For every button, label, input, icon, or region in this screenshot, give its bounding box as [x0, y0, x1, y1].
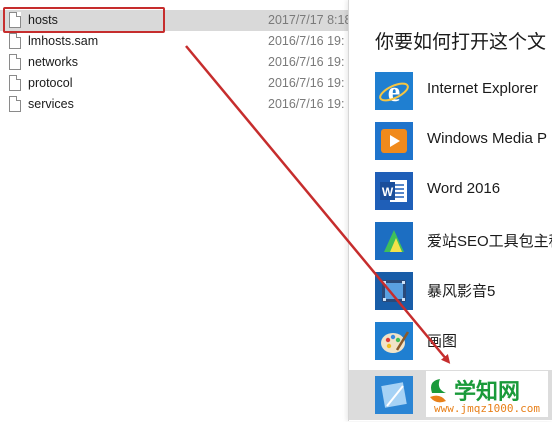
watermark: 学知网 www.jmqz1000.com [426, 371, 548, 417]
file-icon [9, 75, 21, 91]
file-name: services [28, 97, 74, 111]
file-icon [9, 54, 21, 70]
app-label: Word 2016 [427, 180, 501, 197]
word-icon: W [375, 172, 413, 210]
app-item-windows-media-player[interactable]: Windows Media P [349, 122, 552, 172]
file-date: 2016/7/16 19: [268, 55, 345, 69]
hosts-highlight-box [3, 7, 165, 33]
file-date: 2016/7/16 19: [268, 76, 345, 90]
app-item-paint[interactable]: 画图 [349, 322, 552, 372]
paint-icon [375, 322, 413, 360]
app-label: 画图 [427, 333, 458, 350]
dialog-title: 你要如何打开这个文 [375, 32, 547, 53]
open-with-dialog: 你要如何打开这个文 e Internet Explorer Windows Me… [348, 0, 552, 421]
app-label: Windows Media P [427, 130, 548, 147]
svg-text:e: e [388, 77, 400, 108]
internet-explorer-icon: e [375, 72, 413, 110]
file-date: 2017/7/17 8:18 [268, 13, 352, 27]
app-label: Internet Explorer [427, 80, 538, 97]
notepad-icon [375, 376, 413, 414]
file-date: 2016/7/16 19: [268, 34, 345, 48]
app-label: 暴风影音5 [427, 283, 496, 300]
watermark-url: www.jmqz1000.com [434, 402, 540, 415]
file-date: 2016/7/16 19: [268, 97, 345, 111]
app-label: 爱站SEO工具包主程 [427, 233, 552, 250]
svg-text:W: W [382, 185, 394, 199]
app-item-word[interactable]: W Word 2016 [349, 172, 552, 222]
file-icon [9, 96, 21, 112]
file-icon [9, 33, 21, 49]
app-item-seo-toolkit[interactable]: 爱站SEO工具包主程 [349, 222, 552, 272]
file-name: lmhosts.sam [28, 34, 99, 48]
windows-media-player-icon [375, 122, 413, 160]
seo-toolkit-icon [375, 222, 413, 260]
file-name: protocol [28, 76, 73, 90]
storm-player-icon [375, 272, 413, 310]
file-name: networks [28, 55, 79, 69]
app-item-storm-player[interactable]: 暴风影音5 [349, 272, 552, 322]
app-item-internet-explorer[interactable]: e Internet Explorer [349, 72, 552, 122]
